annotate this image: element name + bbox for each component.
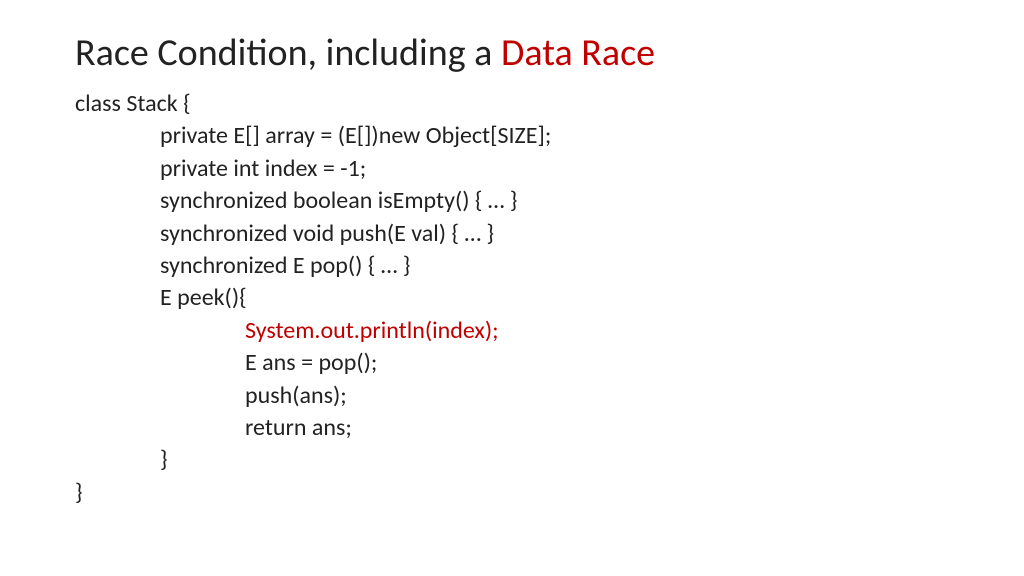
code-line: private int index = -1;	[75, 153, 949, 185]
code-line: }	[75, 444, 949, 476]
code-line: E peek(){	[75, 282, 949, 314]
code-block: class Stack { private E[] array = (E[])n…	[75, 88, 949, 509]
code-line: synchronized E pop() { … }	[75, 250, 949, 282]
code-line: return ans;	[75, 412, 949, 444]
code-line: private E[] array = (E[])new Object[SIZE…	[75, 120, 949, 152]
title-part2: Data Race	[501, 30, 655, 76]
title-part1: Race Condition, including a	[75, 30, 501, 76]
code-line: push(ans);	[75, 380, 949, 412]
code-line: E ans = pop();	[75, 347, 949, 379]
code-line: synchronized boolean isEmpty() { … }	[75, 185, 949, 217]
code-line: synchronized void push(E val) { … }	[75, 218, 949, 250]
code-line: class Stack {	[75, 88, 949, 120]
slide-title: Race Condition, including a Data Race	[75, 30, 949, 76]
code-line-highlighted: System.out.println(index);	[75, 315, 949, 347]
code-line: }	[75, 477, 949, 509]
